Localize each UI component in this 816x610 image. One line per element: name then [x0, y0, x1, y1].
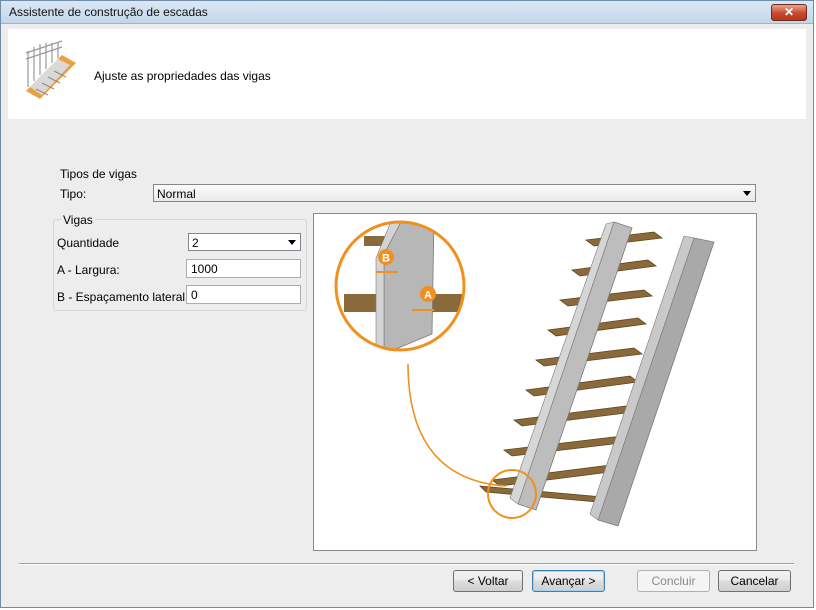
close-button[interactable]: ✕: [771, 4, 807, 21]
tipo-select[interactable]: Normal: [153, 184, 756, 202]
chevron-down-icon: [288, 240, 296, 245]
tipos-group-label: Tipos de vigas: [60, 167, 137, 181]
wizard-header: Ajuste as propriedades das vigas: [8, 29, 806, 119]
stair-beam-illustration: B A: [334, 220, 715, 527]
title-bar[interactable]: Assistente de construção de escadas ✕: [1, 1, 813, 24]
espacamento-label: B - Espaçamento lateral:: [57, 290, 189, 304]
beam-preview: B A: [313, 213, 757, 551]
window-title: Assistente de construção de escadas: [9, 5, 208, 19]
chevron-down-icon: [743, 191, 751, 196]
marker-a-label: A: [424, 290, 432, 302]
largura-label: A - Largura:: [57, 263, 120, 277]
espacamento-input[interactable]: [186, 285, 301, 304]
stairs-icon: [25, 40, 76, 99]
finish-button[interactable]: Concluir: [637, 570, 710, 592]
tipo-select-value: Normal: [157, 187, 196, 201]
back-button[interactable]: < Voltar: [453, 570, 523, 592]
vigas-group-label: Vigas: [61, 213, 95, 227]
wizard-window: Assistente de construção de escadas ✕ Aj…: [0, 0, 814, 608]
footer-separator: [19, 563, 794, 565]
header-instruction: Ajuste as propriedades das vigas: [94, 69, 271, 83]
marker-b-label: B: [382, 253, 390, 265]
quantidade-select-value: 2: [192, 236, 199, 250]
cancel-button[interactable]: Cancelar: [718, 570, 791, 592]
tipo-label: Tipo:: [60, 187, 87, 201]
largura-input[interactable]: [186, 259, 301, 278]
quantidade-label: Quantidade: [57, 236, 120, 250]
quantidade-select[interactable]: 2: [188, 233, 301, 251]
next-button[interactable]: Avançar >: [532, 570, 605, 592]
